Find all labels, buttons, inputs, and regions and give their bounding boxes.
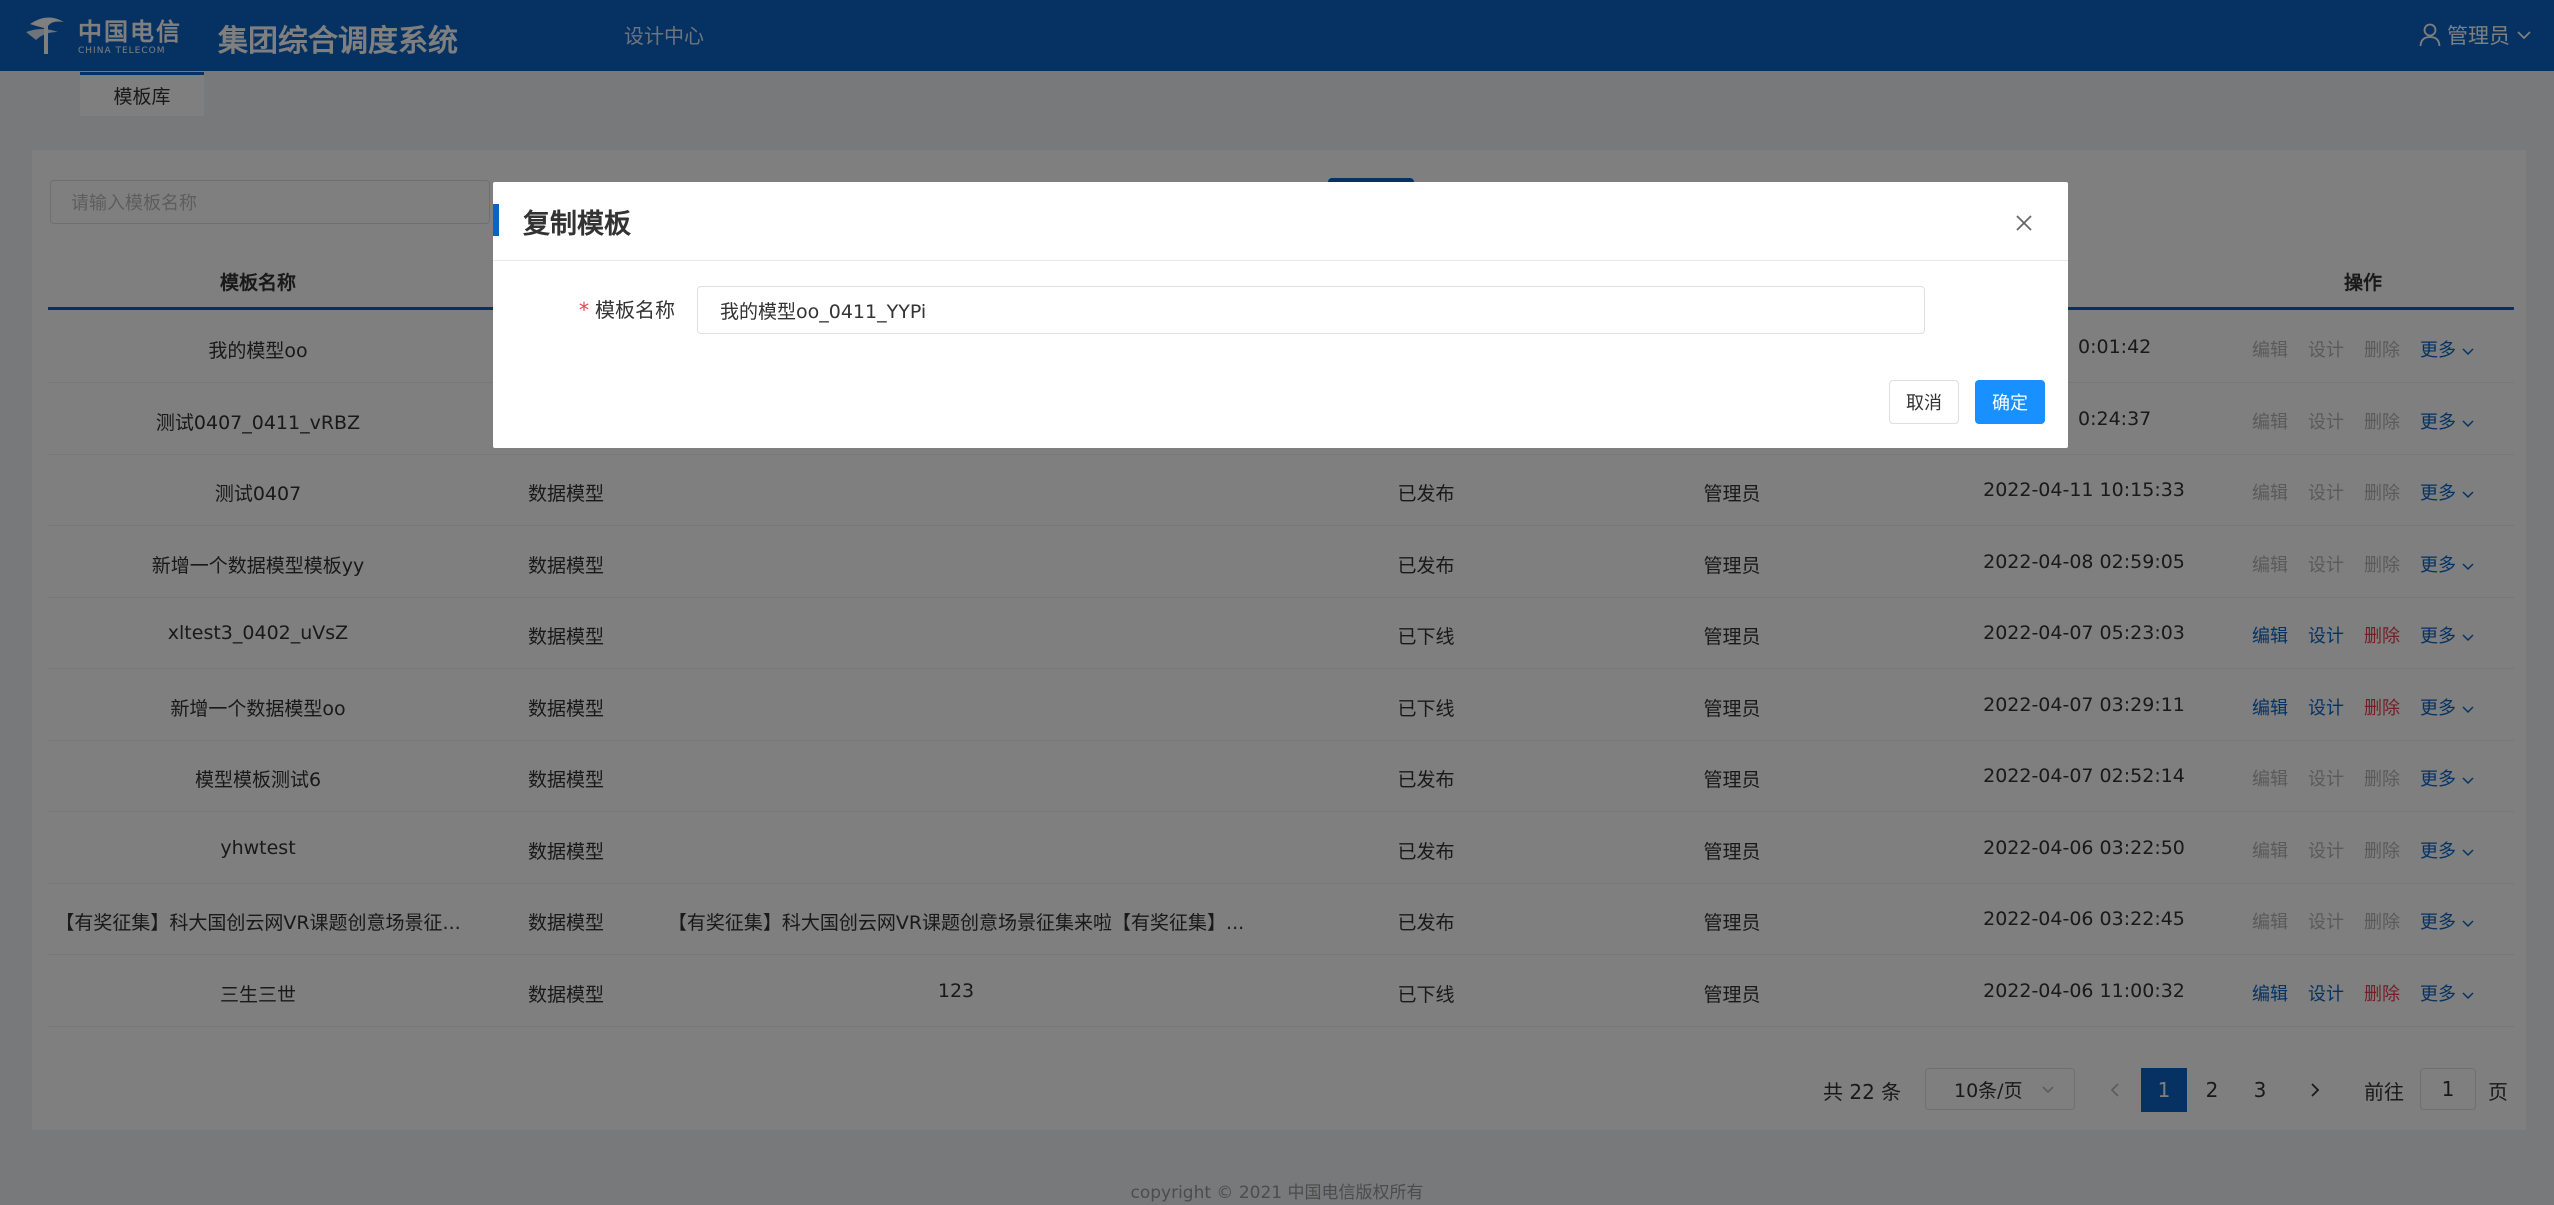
modal-mask[interactable] [0, 0, 2554, 1205]
copy-template-dialog: 复制模板 *模板名称 取消 确定 [493, 182, 2068, 448]
template-name-input[interactable] [697, 286, 1925, 334]
close-icon[interactable] [2013, 212, 2035, 234]
template-name-label-text: 模板名称 [595, 298, 675, 322]
dialog-title-accent [493, 204, 499, 236]
dialog-title: 复制模板 [523, 209, 631, 240]
cancel-button[interactable]: 取消 [1889, 380, 1959, 424]
dialog-header: 复制模板 [493, 182, 2068, 261]
required-mark: * [579, 298, 589, 322]
template-name-label: * 模板名称 [579, 294, 675, 323]
confirm-button[interactable]: 确定 [1975, 380, 2045, 424]
